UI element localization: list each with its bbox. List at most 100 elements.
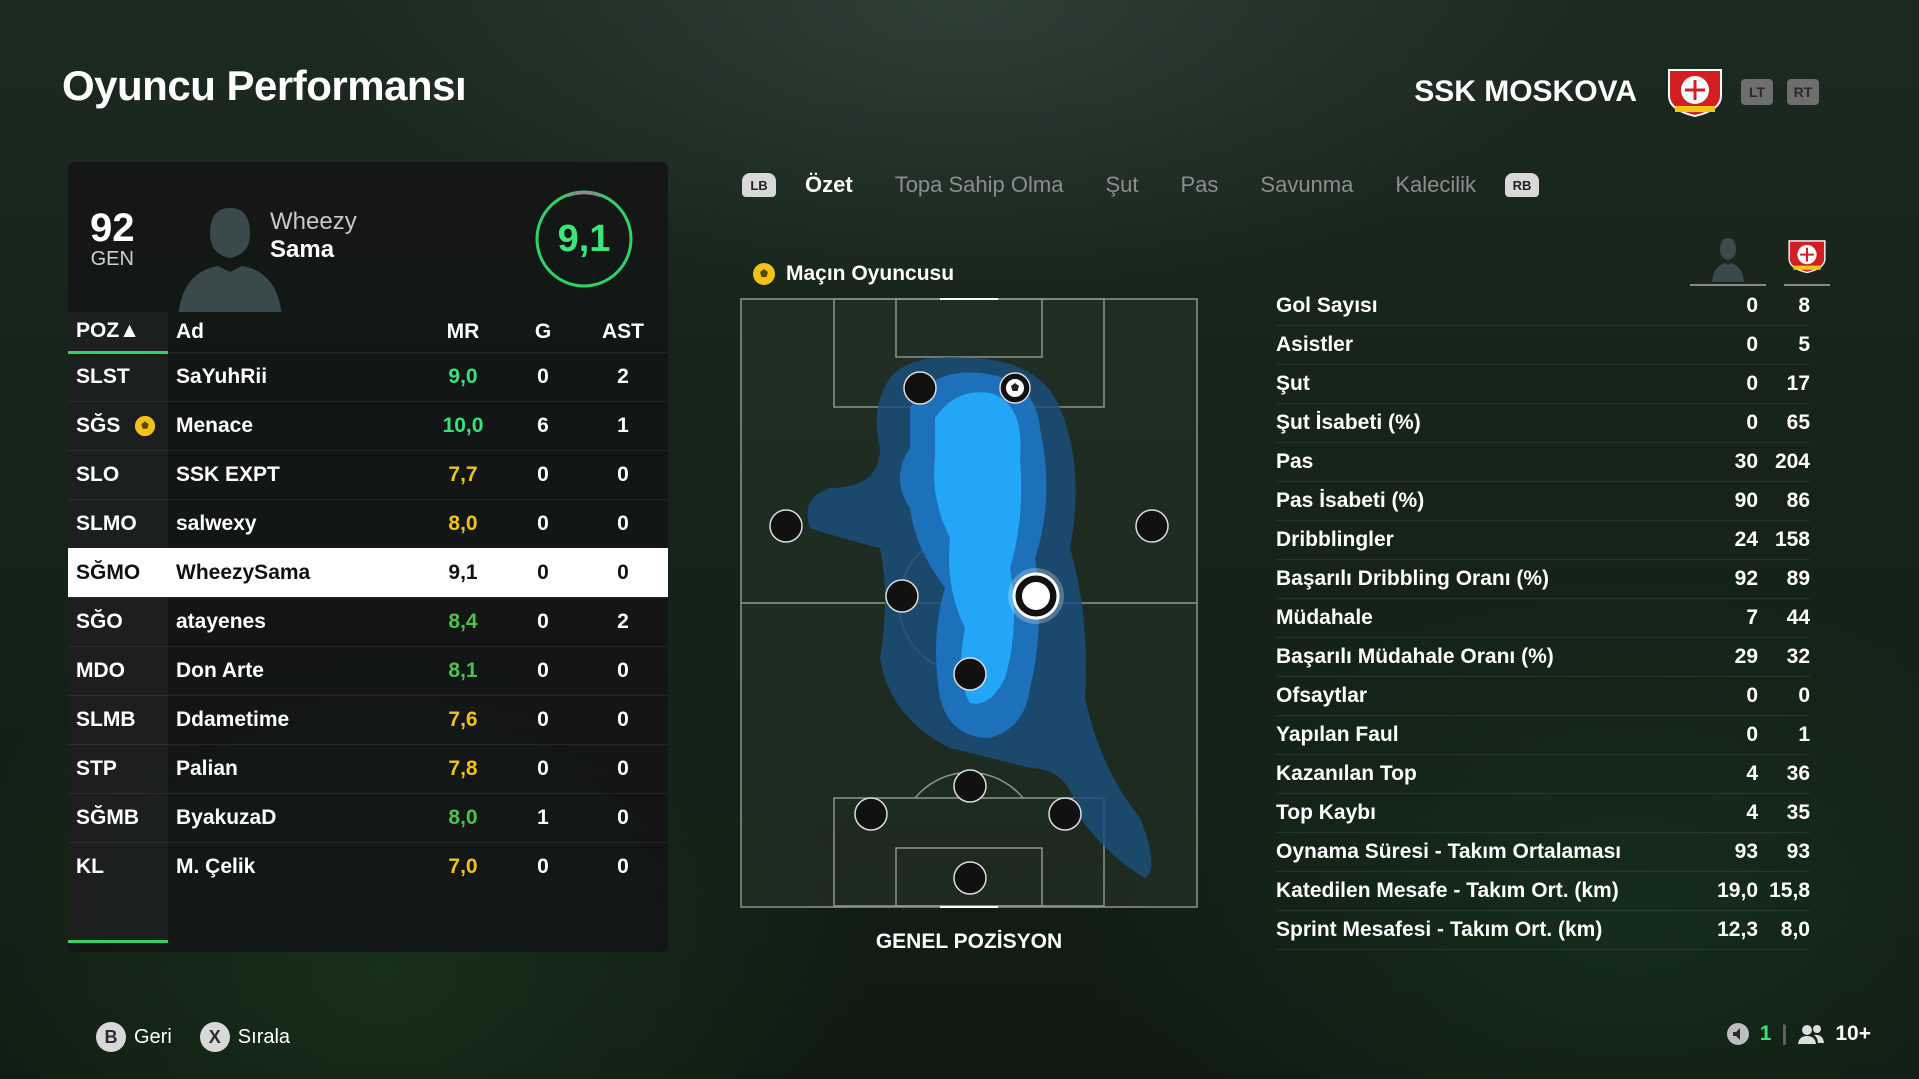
player-name-text: Menace (176, 413, 254, 437)
back-button[interactable]: B Geri (96, 1022, 172, 1052)
cell-player-name: Ddametime (168, 694, 418, 744)
match-rating-text: 9,1 (448, 560, 478, 584)
lb-button[interactable]: LB (742, 173, 776, 197)
table-row[interactable]: SĞMB ByakuzaD 8,0 1 0 (68, 792, 668, 842)
assists-text: 0 (617, 560, 629, 584)
stat-team-value: 15,8 (1769, 879, 1810, 902)
stat-row: Müdahale 7 44 (1276, 599, 1810, 638)
position-text: MDO (76, 658, 125, 682)
stat-player-value: 0 (1746, 372, 1758, 395)
tab-kalecilik[interactable]: Kalecilik (1395, 172, 1476, 198)
stat-team-value: 158 (1774, 528, 1810, 551)
assists-text: 2 (617, 364, 629, 388)
motm-ball-icon (135, 415, 156, 437)
lt-button[interactable]: LT (1741, 79, 1773, 105)
b-button-icon: B (96, 1022, 126, 1052)
motm-marker (999, 372, 1031, 404)
col-header-pos[interactable]: POZ▲ (68, 312, 168, 354)
stat-label: Dribblingler (1276, 528, 1394, 551)
table-row[interactable]: SĞS Menace 10,0 6 1 (68, 400, 668, 450)
assists-text: 0 (617, 658, 629, 682)
table-row[interactable]: SLMO salwexy 8,0 0 0 (68, 498, 668, 548)
cell-player-name: SaYuhRii (168, 351, 418, 401)
position-text: SĞMB (76, 805, 139, 829)
table-row[interactable]: SĞMO WheezySama 9,1 0 0 (68, 547, 668, 597)
stat-label: Gol Sayısı (1276, 294, 1378, 317)
stat-team-value: 32 (1786, 645, 1810, 668)
stat-player-value: 90 (1734, 489, 1758, 512)
team-crest-icon (1788, 240, 1826, 274)
table-row[interactable]: SLMB Ddametime 7,6 0 0 (68, 694, 668, 744)
overall-value: 92 (90, 206, 135, 250)
stat-label: Başarılı Dribbling Oranı (%) (1276, 567, 1550, 590)
stat-row: Yapılan Faul 0 1 (1276, 716, 1810, 755)
position-text: SĞS (76, 413, 121, 437)
player-first-name: Wheezy (270, 208, 357, 235)
tab-topa-sahip-olma[interactable]: Topa Sahip Olma (895, 172, 1064, 198)
table-row[interactable]: MDO Don Arte 8,1 0 0 (68, 645, 668, 695)
tab-ozet[interactable]: Özet (805, 172, 853, 198)
table-row[interactable]: STP Palian 7,8 0 0 (68, 743, 668, 793)
tab-pas[interactable]: Pas (1180, 172, 1218, 198)
rb-button[interactable]: RB (1505, 173, 1540, 197)
player-name-text: Palian (176, 756, 238, 780)
cell-goals: 0 (508, 645, 578, 695)
cell-position: SĞO (68, 596, 168, 646)
cell-match-rating: 10,0 (418, 400, 508, 450)
cell-player-name: Don Arte (168, 645, 418, 695)
cell-player-name: SSK EXPT (168, 449, 418, 499)
position-text: SLO (76, 462, 120, 486)
col-header-ast[interactable]: AST (578, 312, 668, 352)
col-header-g[interactable]: G (508, 312, 578, 352)
cell-player-name: atayenes (168, 596, 418, 646)
position-text: SLMO (76, 511, 137, 535)
cell-assists: 0 (578, 547, 668, 597)
cell-match-rating: 8,0 (418, 792, 508, 842)
stat-player-value: 93 (1734, 840, 1758, 863)
cell-assists: 0 (578, 498, 668, 548)
stat-label: Oynama Süresi - Takım Ortalaması (1276, 840, 1622, 863)
tab-sut[interactable]: Şut (1105, 172, 1138, 198)
cell-goals: 0 (508, 743, 578, 793)
col-header-name[interactable]: Ad (168, 312, 418, 352)
stat-row: Başarılı Dribbling Oranı (%) 92 89 (1276, 560, 1810, 599)
sort-button[interactable]: X Sırala (199, 1022, 290, 1052)
cell-position: SLMB (68, 694, 168, 744)
motm-label: Maçın Oyuncusu (786, 262, 955, 285)
player-name-text: ByakuzaD (176, 805, 277, 829)
match-rating-text: 8,0 (448, 805, 478, 829)
goals-text: 0 (537, 364, 549, 388)
cell-player-name: WheezySama (168, 547, 418, 597)
stat-row: Top Kaybı 4 35 (1276, 794, 1810, 833)
overall-label: GEN (90, 248, 134, 270)
player-name-text: Don Arte (176, 658, 264, 682)
position-text: STP (76, 756, 117, 780)
stat-team-value: 44 (1786, 606, 1810, 629)
rt-button[interactable]: RT (1787, 79, 1819, 105)
stat-label: Pas (1276, 450, 1314, 473)
table-row[interactable]: SĞO atayenes 8,4 0 2 (68, 596, 668, 646)
stat-player-value: 19,0 (1717, 879, 1758, 902)
assists-text: 0 (617, 511, 629, 535)
stat-label: Şut İsabeti (%) (1276, 411, 1421, 434)
table-row[interactable]: KL M. Çelik 7,0 0 0 (68, 841, 668, 891)
cell-position: SĞMB (68, 792, 168, 842)
table-row[interactable]: SLST SaYuhRii 9,0 0 2 (68, 351, 668, 401)
col-header-mr[interactable]: MR (418, 312, 508, 352)
position-text: SĞO (76, 609, 123, 633)
player-name-text: WheezySama (176, 560, 311, 584)
cell-goals: 1 (508, 792, 578, 842)
cell-match-rating: 8,1 (418, 645, 508, 695)
table-row[interactable]: SLO SSK EXPT 7,7 0 0 (68, 449, 668, 499)
stat-label: Müdahale (1276, 606, 1373, 629)
stat-team-value: 93 (1786, 840, 1810, 863)
stat-team-value: 5 (1798, 333, 1810, 356)
assists-text: 2 (617, 609, 629, 633)
stat-row: Asistler 0 5 (1276, 326, 1810, 365)
cell-player-name: salwexy (168, 498, 418, 548)
back-label: Geri (134, 1025, 172, 1048)
tab-savunma[interactable]: Savunma (1260, 172, 1353, 198)
stat-team-value: 36 (1786, 762, 1810, 785)
stat-team-value: 8 (1798, 294, 1810, 317)
stat-player-value: 29 (1734, 645, 1758, 668)
